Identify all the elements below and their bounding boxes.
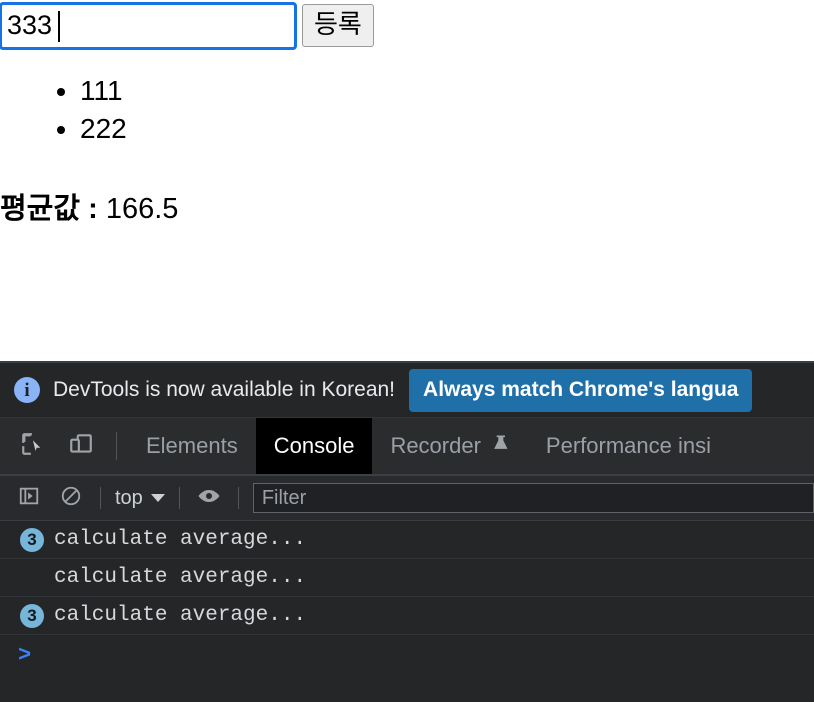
console-toolbar-divider [238,487,239,509]
average-line: 평균값 : 166.5 [0,185,178,227]
create-live-expression-button[interactable] [188,484,230,513]
console-toolbar-divider [179,487,180,509]
console-message-text: calculate average... [54,604,306,627]
tab-label: Elements [146,433,238,459]
list-item: 111 [80,72,127,110]
clear-console-button[interactable] [50,485,92,512]
devtools-tabstrip: Elements Console Recorder Performance in… [0,418,814,476]
tabstrip-divider [116,432,117,460]
console-message-text: calculate average... [54,566,306,589]
number-input-wrapper [0,2,295,48]
always-match-chrome-language-button[interactable]: Always match Chrome's langua [409,369,752,412]
banner-message: DevTools is now available in Korean! [53,378,395,402]
tab-elements[interactable]: Elements [128,418,256,474]
create-live-expression-icon [197,484,221,513]
device-toolbar-button[interactable] [57,418,105,474]
register-button[interactable]: 등록 [302,4,374,47]
message-count-placeholder [20,566,44,590]
console-message-row[interactable]: calculate average... [0,559,814,597]
flask-icon [490,433,510,459]
message-count-badge: 3 [20,604,44,628]
console-toolbar-divider [100,487,101,509]
message-count-badge: 3 [20,528,44,552]
average-label: 평균값 : [0,193,98,225]
console-sidebar-toggle-button[interactable] [8,485,50,512]
console-filter-input[interactable] [253,483,814,513]
list-item: 222 [80,110,127,148]
console-context-label: top [115,487,143,510]
tab-recorder[interactable]: Recorder [372,418,527,474]
tab-label: Console [274,433,355,459]
console-prompt-row[interactable]: > [0,635,814,675]
tab-performance-insights[interactable]: Performance insi [528,418,729,474]
inspect-element-icon [20,431,46,462]
clear-console-icon [60,485,82,512]
console-prompt-icon: > [18,643,31,668]
web-page-content: 등록 111 222 평균값 : 166.5 [0,0,814,361]
show-console-sidebar-icon [18,485,40,512]
number-entry-form: 등록 [0,2,374,48]
console-message-text: calculate average... [54,528,306,551]
number-list: 111 222 [0,72,127,148]
tab-console[interactable]: Console [256,418,373,474]
console-message-list[interactable]: 3 calculate average... calculate average… [0,521,814,702]
console-toolbar: top [0,476,814,521]
info-icon: i [14,377,40,403]
text-caret [58,11,60,42]
chevron-down-icon [151,494,165,502]
tab-label: Recorder [390,433,480,459]
console-message-row[interactable]: 3 calculate average... [0,521,814,559]
inspect-element-button[interactable] [9,418,57,474]
average-value: 166.5 [106,193,179,225]
console-message-row[interactable]: 3 calculate average... [0,597,814,635]
console-context-selector[interactable]: top [109,487,171,510]
devtools-language-banner: i DevTools is now available in Korean! A… [0,363,814,418]
number-input[interactable] [1,4,295,48]
tab-label: Performance insi [546,433,711,459]
devtools-panel: i DevTools is now available in Korean! A… [0,361,814,702]
device-toolbar-icon [68,431,94,462]
